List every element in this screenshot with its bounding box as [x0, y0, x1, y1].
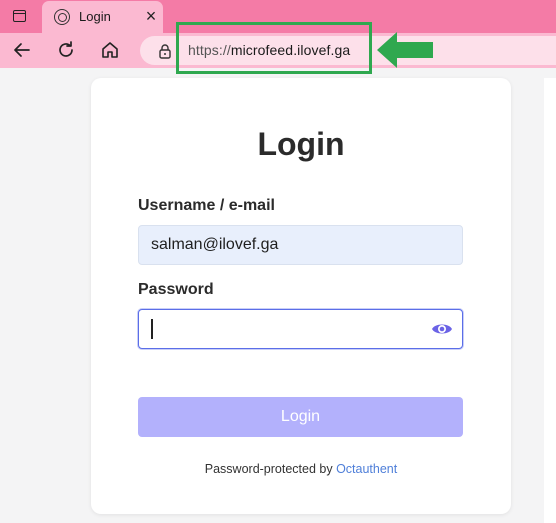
window-icon[interactable]: [6, 5, 32, 27]
footer-text: Password-protected by Octauthent: [91, 462, 511, 476]
footer-prefix: Password-protected by: [204, 462, 337, 476]
green-arrow-icon: [377, 32, 433, 68]
username-input[interactable]: salman@ilovef.ga: [138, 225, 463, 265]
eye-icon[interactable]: [431, 321, 453, 342]
highlight-box: [176, 22, 372, 74]
username-value: salman@ilovef.ga: [151, 236, 279, 253]
home-icon[interactable]: [97, 37, 123, 63]
text-caret: [151, 319, 153, 339]
login-button[interactable]: Login: [138, 397, 463, 437]
close-tab-icon[interactable]: ×: [143, 7, 159, 25]
browser-tab[interactable]: Login ×: [42, 1, 163, 33]
password-input[interactable]: [138, 309, 463, 349]
octauthent-link[interactable]: Octauthent: [336, 462, 397, 476]
lock-icon[interactable]: [158, 43, 172, 64]
username-label: Username / e-mail: [138, 197, 275, 214]
reload-icon[interactable]: [53, 37, 79, 63]
back-arrow-icon[interactable]: [9, 37, 35, 63]
password-label: Password: [138, 281, 214, 298]
tab-title: Login: [79, 9, 111, 24]
site-favicon-icon: [54, 9, 70, 25]
page-side-strip: [544, 78, 556, 523]
login-card: Login Username / e-mail salman@ilovef.ga…: [91, 78, 511, 514]
page-title: Login: [257, 126, 345, 162]
